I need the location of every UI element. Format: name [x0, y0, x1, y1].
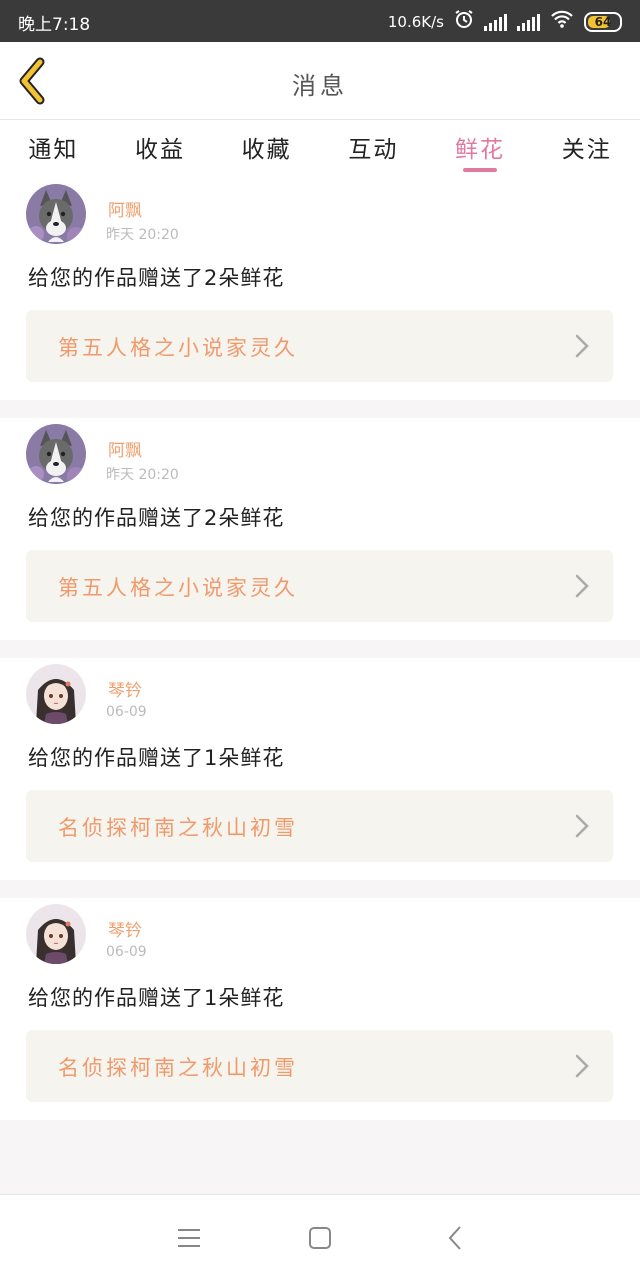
battery-icon: 64 — [584, 11, 622, 32]
work-link[interactable]: 名侦探柯南之秋山初雪 — [26, 790, 613, 862]
username[interactable]: 阿飘 — [108, 436, 142, 461]
message-list: 阿飘 昨天 20:20 给您的作品赠送了2朵鲜花 第五人格之小说家灵久 阿飘 昨… — [0, 178, 640, 1138]
message-card: 阿飘 昨天 20:20 给您的作品赠送了2朵鲜花 第五人格之小说家灵久 — [0, 418, 640, 640]
message-text: 给您的作品赠送了1朵鲜花 — [28, 746, 285, 770]
husky-dog-avatar — [26, 424, 86, 484]
chevron-right-icon — [575, 814, 589, 838]
network-speed: 10.6K/s — [387, 12, 444, 31]
alarm-icon — [454, 9, 474, 34]
avatar[interactable] — [26, 664, 86, 724]
message-card: 琴钤 06-09 给您的作品赠送了1朵鲜花 名侦探柯南之秋山初雪 — [0, 898, 640, 1120]
tab-bar: 通知 收益 收藏 互动 鲜花 关注 — [0, 120, 640, 178]
work-link[interactable]: 名侦探柯南之秋山初雪 — [26, 1030, 613, 1102]
husky-dog-avatar — [26, 184, 86, 244]
chevron-right-icon — [575, 1054, 589, 1078]
back-triangle-icon[interactable] — [440, 1225, 470, 1251]
message-time: 昨天 20:20 — [106, 467, 179, 483]
message-card: 阿飘 昨天 20:20 给您的作品赠送了2朵鲜花 第五人格之小说家灵久 — [0, 178, 640, 400]
tab-notifications[interactable]: 通知 — [0, 120, 107, 178]
message-text: 给您的作品赠送了1朵鲜花 — [28, 986, 285, 1010]
username[interactable]: 琴钤 — [108, 916, 142, 941]
work-title: 名侦探柯南之秋山初雪 — [58, 816, 298, 840]
work-title: 第五人格之小说家灵久 — [58, 336, 298, 360]
status-bar: 晚上7:18 10.6K/s 64 — [0, 0, 640, 42]
work-title: 第五人格之小说家灵久 — [58, 576, 298, 600]
chevron-right-icon — [575, 574, 589, 598]
username[interactable]: 阿飘 — [108, 196, 142, 221]
work-link[interactable]: 第五人格之小说家灵久 — [26, 310, 613, 382]
anime-girl-avatar — [26, 664, 86, 724]
battery-level: 64 — [594, 14, 612, 29]
work-title: 名侦探柯南之秋山初雪 — [58, 1056, 298, 1080]
signal-icon — [484, 13, 507, 31]
message-text: 给您的作品赠送了2朵鲜花 — [28, 266, 285, 290]
page-title: 消息 — [292, 72, 348, 100]
tab-flowers[interactable]: 鲜花 — [427, 120, 534, 178]
tab-favorites[interactable]: 收藏 — [213, 120, 320, 178]
avatar[interactable] — [26, 184, 86, 244]
tab-follows[interactable]: 关注 — [533, 120, 640, 178]
message-text: 给您的作品赠送了2朵鲜花 — [28, 506, 285, 530]
message-time: 昨天 20:20 — [106, 227, 179, 243]
username[interactable]: 琴钤 — [108, 676, 142, 701]
menu-icon[interactable] — [174, 1225, 204, 1251]
tab-earnings[interactable]: 收益 — [107, 120, 214, 178]
work-link[interactable]: 第五人格之小说家灵久 — [26, 550, 613, 622]
message-time: 06-09 — [106, 944, 147, 960]
anime-girl-avatar — [26, 904, 86, 964]
message-card: 琴钤 06-09 给您的作品赠送了1朵鲜花 名侦探柯南之秋山初雪 — [0, 658, 640, 880]
message-time: 06-09 — [106, 704, 147, 720]
chevron-right-icon — [575, 334, 589, 358]
avatar[interactable] — [26, 424, 86, 484]
tab-interactions[interactable]: 互动 — [320, 120, 427, 178]
status-time: 晚上7:18 — [18, 15, 91, 35]
avatar[interactable] — [26, 904, 86, 964]
wifi-icon — [550, 10, 574, 33]
home-square-icon[interactable] — [305, 1225, 335, 1251]
system-nav-bar — [0, 1194, 640, 1280]
header: 消息 — [0, 42, 640, 120]
signal-icon — [517, 13, 540, 31]
